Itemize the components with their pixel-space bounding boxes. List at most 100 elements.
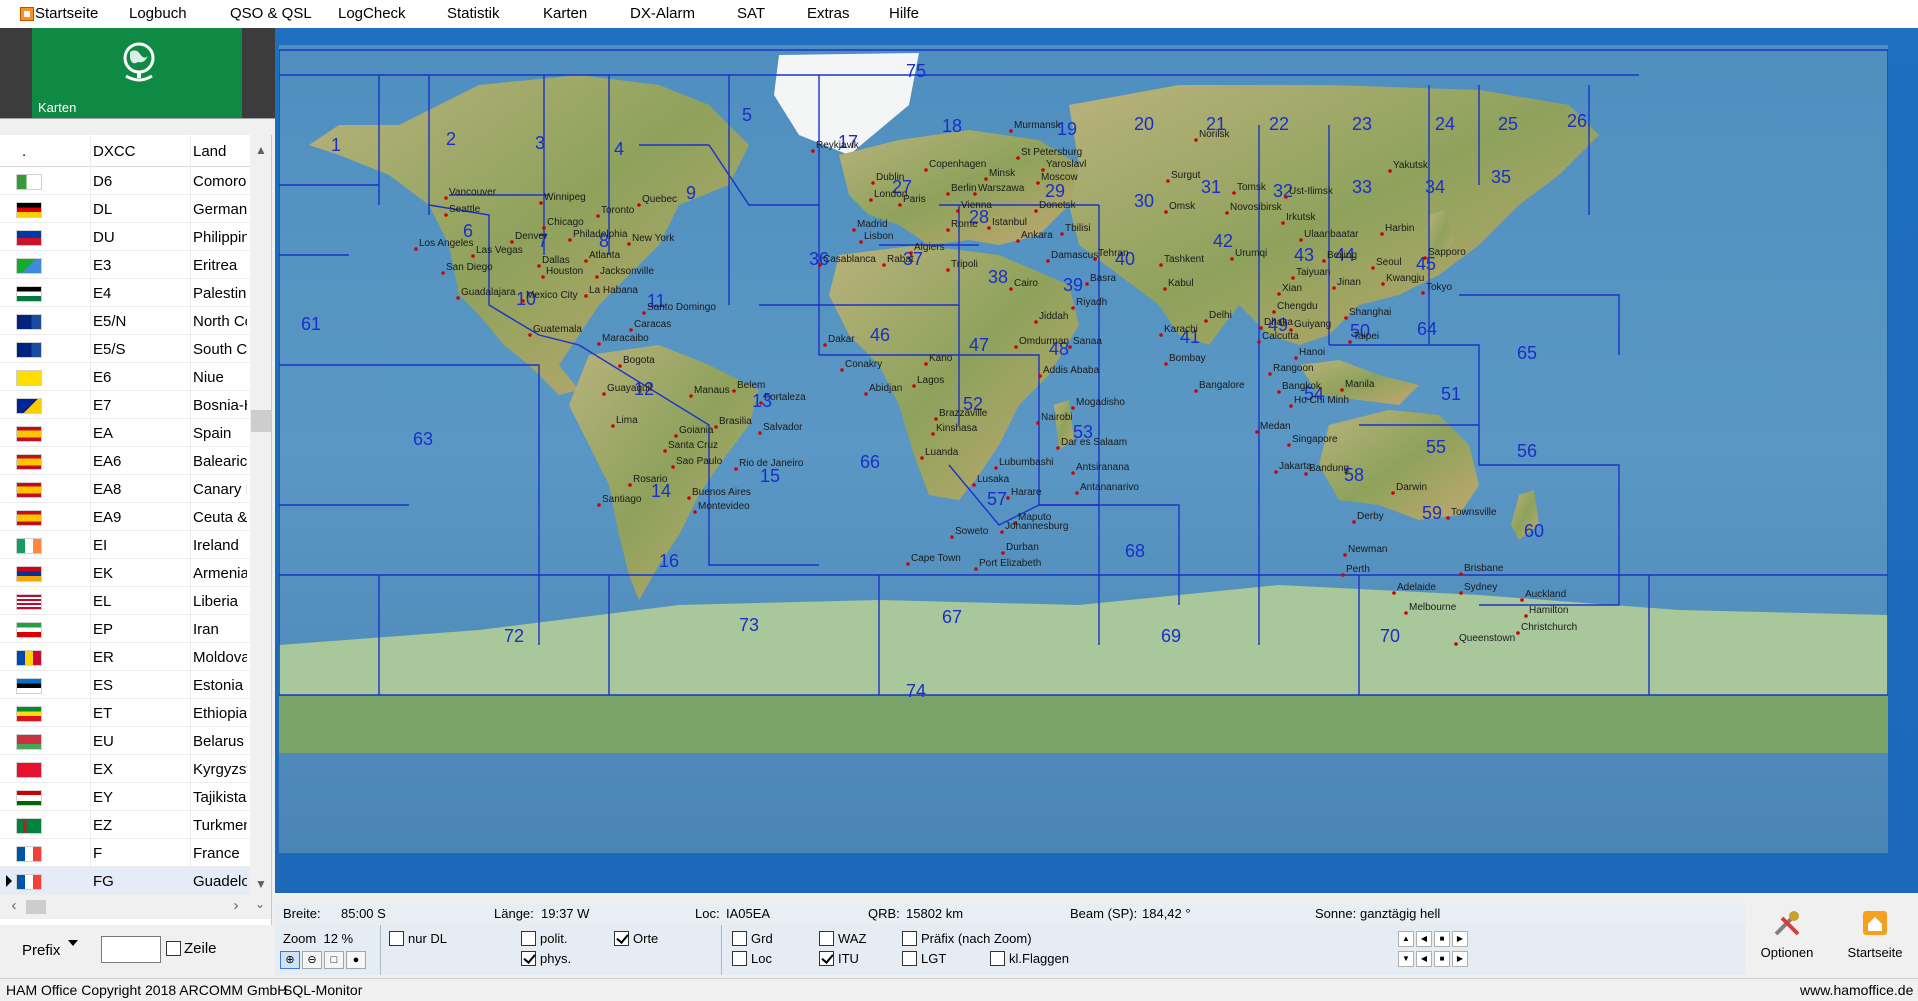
city-label: Santa Cruz [668, 440, 718, 451]
table-row[interactable]: E6 Niue [0, 363, 250, 391]
table-row[interactable]: ES Estonia [0, 671, 250, 699]
header-land[interactable]: Land [193, 143, 226, 160]
menu-hilfe[interactable]: Hilfe [885, 5, 923, 22]
table-row[interactable]: E5/S South Cook [0, 335, 250, 363]
table-row[interactable]: EA Spain [0, 419, 250, 447]
nur-dl-checkbox[interactable]: nur DL [389, 931, 447, 946]
menu-sat[interactable]: SAT [733, 5, 769, 22]
menu-extras[interactable]: Extras [803, 5, 854, 22]
website-link[interactable]: www.hamoffice.de [1800, 982, 1913, 998]
hscroll-thumb[interactable] [26, 900, 46, 914]
table-row[interactable]: ET Ethiopia [0, 699, 250, 727]
pan-center-icon[interactable]: ■ [1434, 931, 1450, 947]
orte-box[interactable] [614, 931, 629, 946]
city-marker [871, 181, 875, 185]
startseite-button[interactable]: Startseite [1840, 908, 1910, 960]
menu-logbuch[interactable]: Logbuch [125, 5, 191, 22]
scroll-up-icon[interactable]: ▲ [250, 139, 271, 161]
scroll-down-icon[interactable]: ▼ [250, 873, 271, 895]
menu-karten[interactable]: Karten [539, 5, 591, 22]
pan-left-icon[interactable]: ◀ [1416, 931, 1432, 947]
table-row[interactable]: EX Kyrgyzstan [0, 755, 250, 783]
pan-fast-left-icon[interactable]: ◀ [1416, 951, 1432, 967]
menu-statistik[interactable]: Statistik [443, 5, 504, 22]
zeile-checkbox-box[interactable] [166, 941, 181, 956]
menu-qso-qsl[interactable]: QSO & QSL [226, 5, 316, 22]
header-indicator[interactable]: . [22, 143, 26, 160]
polit-box[interactable] [521, 931, 536, 946]
zoom-in-icon[interactable]: ⊕ [280, 951, 300, 969]
table-row[interactable]: E7 Bosnia-Herz [0, 391, 250, 419]
waz-checkbox[interactable]: WAZ [819, 931, 866, 946]
zoom-out-icon[interactable]: ⊖ [302, 951, 322, 969]
zeile-checkbox[interactable]: Zeile [166, 940, 217, 957]
nur-dl-box[interactable] [389, 931, 404, 946]
table-row[interactable]: E4 Palestine [0, 279, 250, 307]
loc-checkbox[interactable]: Loc [732, 951, 772, 966]
zoom-rect-icon[interactable]: □ [324, 951, 344, 969]
table-row[interactable]: EP Iran [0, 615, 250, 643]
table-row[interactable]: EI Ireland [0, 531, 250, 559]
zone-number: 34 [1425, 177, 1445, 197]
pan-up-icon[interactable]: ▲ [1398, 931, 1414, 947]
city-marker [1232, 191, 1236, 195]
pan-down-icon[interactable]: ▼ [1398, 951, 1414, 967]
header-dxcc[interactable]: DXCC [93, 143, 136, 160]
vertical-scrollbar[interactable]: ▲ ▼ [250, 135, 271, 895]
karten-tile[interactable]: Karten [32, 28, 242, 118]
pan-fast-right-icon[interactable]: ▶ [1452, 951, 1468, 967]
itu-checkbox[interactable]: ITU [819, 951, 859, 966]
grd-checkbox[interactable]: Grd [732, 931, 773, 946]
world-map[interactable]: 1 2 3 456 7 8910 1112131415161718 19 20 21 22 23 24 2… [279, 45, 1888, 853]
menu-dx-alarm[interactable]: DX-Alarm [626, 5, 699, 22]
table-row[interactable]: EK Armenia [0, 559, 250, 587]
phys-box[interactable] [521, 951, 536, 966]
prefix-input[interactable] [101, 936, 161, 963]
prefix-dropdown-icon[interactable] [68, 940, 78, 946]
grd-box[interactable] [732, 931, 747, 946]
waz-box[interactable] [819, 931, 834, 946]
lgt-box[interactable] [902, 951, 917, 966]
loc-box[interactable] [732, 951, 747, 966]
optionen-button[interactable]: Optionen [1752, 908, 1822, 960]
lgt-checkbox[interactable]: LGT [902, 951, 946, 966]
city-label: Karachi [1164, 324, 1198, 335]
menu-startseite[interactable]: Startseite [31, 5, 102, 22]
table-row[interactable]: EZ Turkmenistan [0, 811, 250, 839]
table-row[interactable]: EA6 Balearic [0, 447, 250, 475]
table-row[interactable]: EU Belarus [0, 727, 250, 755]
orte-checkbox[interactable]: Orte [614, 931, 658, 946]
table-row[interactable]: DU Philippines [0, 223, 250, 251]
city-marker [852, 228, 856, 232]
table-row[interactable]: FG Guadeloupe [0, 867, 250, 895]
itu-box[interactable] [819, 951, 834, 966]
table-row[interactable]: DL Germany [0, 195, 250, 223]
table-row[interactable]: E5/N North Cook [0, 307, 250, 335]
praefix-box[interactable] [902, 931, 917, 946]
klflaggen-checkbox[interactable]: kl.Flaggen [990, 951, 1069, 966]
sql-monitor-link[interactable]: SQL-Monitor [283, 982, 362, 998]
table-row[interactable]: F France [0, 839, 250, 867]
table-row[interactable]: EA8 Canary Is [0, 475, 250, 503]
table-row[interactable]: ER Moldova [0, 643, 250, 671]
zoom-globe-icon[interactable]: ● [346, 951, 366, 969]
table-row[interactable]: EY Tajikistan [0, 783, 250, 811]
pan-stop-icon[interactable]: ■ [1434, 951, 1450, 967]
city-label: Darwin [1396, 482, 1427, 493]
scroll-right-icon[interactable]: › [226, 897, 246, 914]
pan-right-icon[interactable]: ▶ [1452, 931, 1468, 947]
scroll-thumb[interactable] [251, 410, 271, 432]
praefix-checkbox[interactable]: Präfix (nach Zoom) [902, 931, 1032, 946]
table-row[interactable]: D6 Comoros [0, 167, 250, 195]
scroll-left-icon[interactable]: ‹ [4, 897, 24, 914]
chevron-down-icon[interactable]: ⌄ [250, 897, 270, 911]
horizontal-scrollbar[interactable]: ‹ › ⌄ [0, 895, 271, 919]
klflaggen-box[interactable] [990, 951, 1005, 966]
table-row[interactable]: EL Liberia [0, 587, 250, 615]
table-row[interactable]: E3 Eritrea [0, 251, 250, 279]
prefix-label[interactable]: Prefix [22, 942, 60, 959]
polit-checkbox[interactable]: polit. [521, 931, 567, 946]
table-row[interactable]: EA9 Ceuta & [0, 503, 250, 531]
menu-logcheck[interactable]: LogCheck [334, 5, 410, 22]
phys-checkbox[interactable]: phys. [521, 951, 571, 966]
